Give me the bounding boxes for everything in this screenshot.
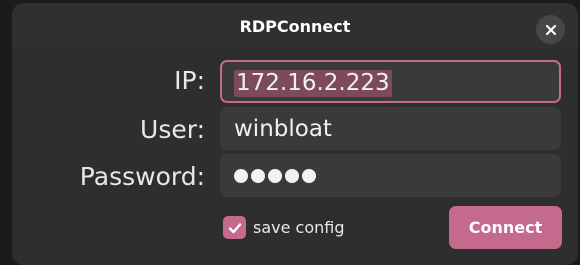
ip-label: IP: — [174, 66, 205, 95]
user-label: User: — [140, 115, 205, 144]
password-dot — [251, 168, 265, 183]
user-field[interactable] — [220, 107, 561, 150]
password-field[interactable] — [220, 154, 561, 197]
password-dot — [234, 168, 248, 183]
password-dot — [285, 168, 299, 183]
close-button[interactable] — [536, 15, 565, 44]
user-input[interactable] — [220, 107, 561, 150]
rdpconnect-window: RDPConnect IP: 172.16.2.223 User: Passwo… — [12, 3, 578, 265]
password-label: Password: — [79, 162, 205, 191]
password-dot — [302, 168, 316, 183]
close-icon — [545, 24, 556, 35]
password-dot — [268, 168, 282, 183]
title-bar: RDPConnect — [12, 3, 578, 48]
save-config-checkbox[interactable] — [223, 216, 246, 239]
ip-value-selected: 172.16.2.223 — [234, 70, 392, 97]
connect-button[interactable]: Connect — [449, 206, 562, 249]
save-config-label: save config — [253, 218, 345, 237]
password-dots — [234, 154, 316, 197]
window-title: RDPConnect — [239, 17, 351, 36]
checkmark-icon — [228, 222, 241, 233]
ip-field[interactable]: 172.16.2.223 — [220, 60, 561, 103]
